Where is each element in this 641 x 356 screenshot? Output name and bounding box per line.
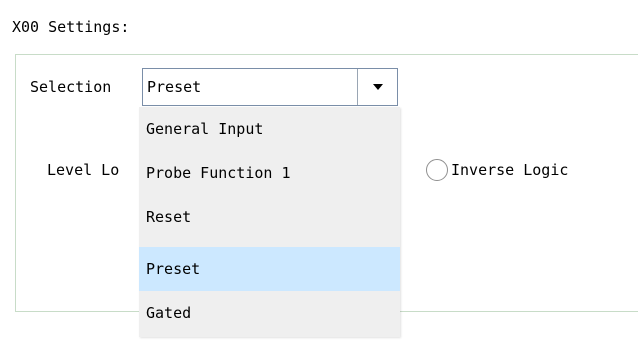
level-logic-label: Level Lo [47, 161, 120, 179]
dropdown-option-probe-function-1[interactable]: Probe Function 1 [139, 151, 400, 195]
group-title: X00 Settings: [12, 18, 130, 36]
x00-settings-panel: X00 Settings: Selection Preset Level Lo … [0, 0, 641, 356]
dropdown-option-general-input[interactable]: General Input [139, 107, 400, 151]
option-label: General Input [146, 120, 264, 138]
dropdown-option-reset[interactable]: Reset [139, 195, 400, 239]
selection-label: Selection [30, 78, 112, 96]
inverse-logic-radio[interactable]: Inverse Logic [426, 159, 568, 181]
chevron-down-icon [372, 84, 383, 90]
selection-dropdown-list: General Input Probe Function 1 Reset Pre… [139, 107, 400, 337]
inverse-logic-label: Inverse Logic [451, 161, 569, 179]
option-label: Reset [146, 208, 192, 226]
dropdown-button[interactable] [357, 69, 397, 105]
option-label: Preset [146, 260, 201, 278]
dropdown-option-preset[interactable]: Preset [139, 247, 400, 291]
selection-value: Preset [147, 78, 202, 96]
radio-circle-icon[interactable] [426, 159, 448, 181]
selection-combobox[interactable]: Preset [142, 68, 398, 106]
option-label: Probe Function 1 [146, 164, 291, 182]
dropdown-option-gated[interactable]: Gated [139, 291, 400, 335]
option-label: Gated [146, 304, 192, 322]
